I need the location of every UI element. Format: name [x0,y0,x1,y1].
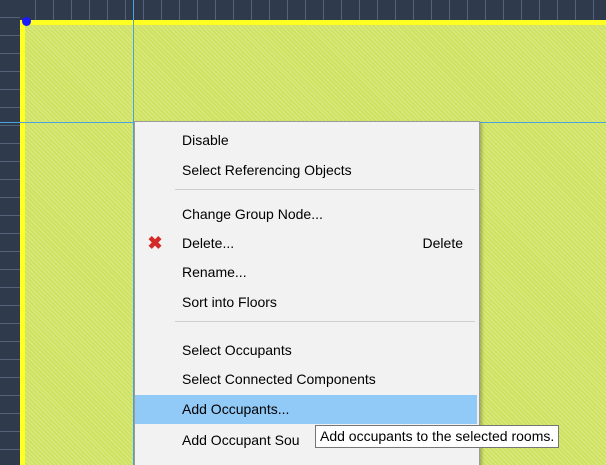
menu-item-label: Change Group Node... [182,206,323,222]
menu-item-label: Select Connected Components [182,371,376,387]
menu-item-label: Rename... [182,264,247,280]
menu-item-label: Add Occupant Sou [182,432,300,448]
vertex-handle[interactable] [22,17,31,26]
menu-item-change-group-node[interactable]: Change Group Node... [135,202,477,226]
menu-item-rename[interactable]: Rename... [135,260,477,284]
menu-item-label: Delete... [182,235,235,251]
menu-item-add-occupants[interactable]: Add Occupants... [135,395,477,424]
menu-item-select-connected-components[interactable]: Select Connected Components [135,367,477,391]
menu-item-label: Sort into Floors [182,294,277,310]
menu-item-label: Select Referencing Objects [182,162,352,178]
menu-item-label: Select Occupants [182,342,292,358]
menu-separator [175,321,475,322]
top-ruler [0,0,606,20]
menu-item-disable[interactable]: Disable [135,128,477,152]
menu-item-select-referencing-objects[interactable]: Select Referencing Objects [135,158,477,182]
menu-item-sort-into-floors[interactable]: Sort into Floors [135,290,477,314]
menu-item-delete[interactable]: ✖ Delete... Delete [135,231,477,255]
left-ruler [0,0,20,465]
menu-item-label: Disable [182,132,229,148]
menu-item-shortcut: Delete [422,235,463,251]
canvas-view[interactable]: Disable Select Referencing Objects Chang… [0,0,606,465]
menu-item-label: Add Occupants... [182,401,290,417]
context-menu: Disable Select Referencing Objects Chang… [134,121,480,465]
delete-x-icon: ✖ [147,233,163,253]
tooltip: Add occupants to the selected rooms. [315,425,560,448]
menu-separator [175,189,475,190]
menu-item-select-occupants[interactable]: Select Occupants [135,338,477,362]
